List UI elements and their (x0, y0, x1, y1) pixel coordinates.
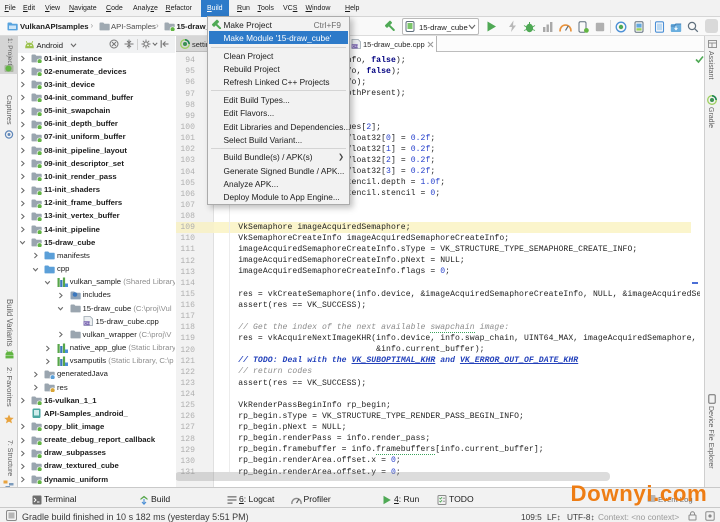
svg-text:C++: C++ (84, 322, 91, 326)
svg-text:C++: C++ (352, 45, 359, 49)
